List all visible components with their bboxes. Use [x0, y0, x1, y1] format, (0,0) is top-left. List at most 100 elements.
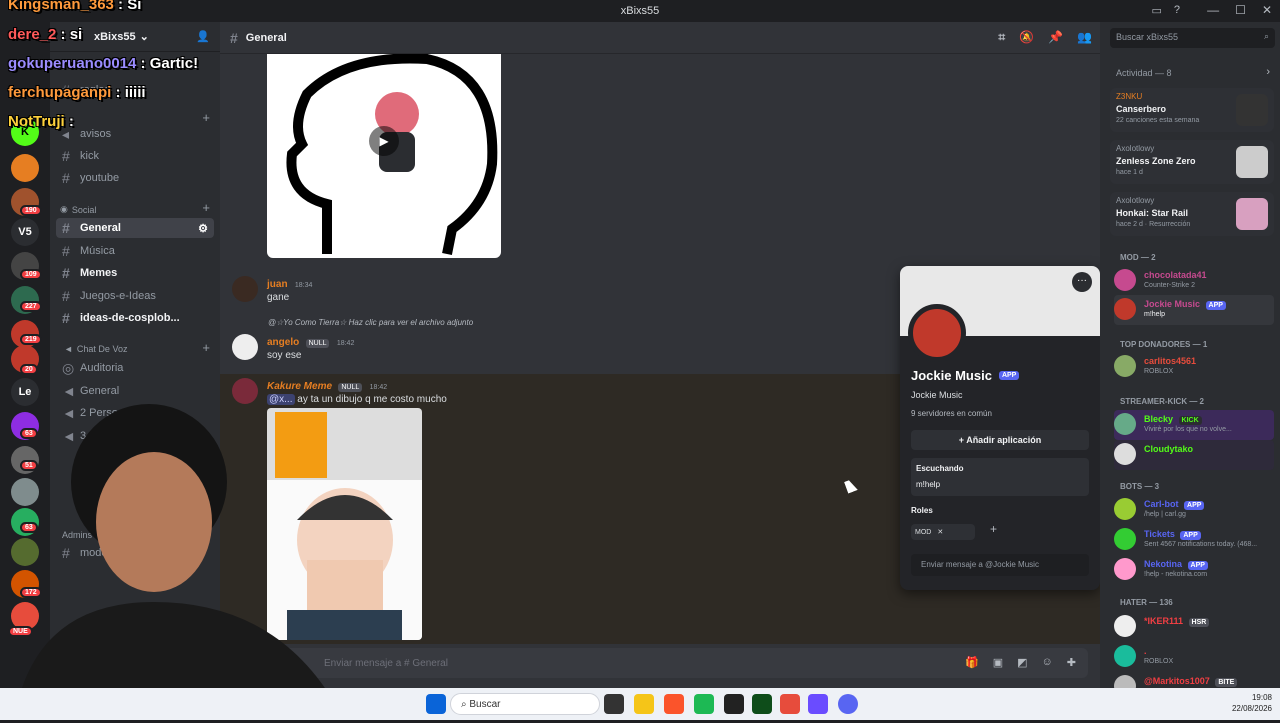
channel-item-avisos[interactable]: ◂ avisos: [56, 124, 214, 144]
add-app-button[interactable]: + Añadir aplicación: [911, 430, 1089, 450]
channel-label: Juegos-e-Ideas: [80, 290, 156, 302]
minimize-icon[interactable]: —: [1207, 3, 1219, 17]
message-timestamp: 18:42: [336, 340, 355, 347]
member-item[interactable]: *IKER111 HSR: [1114, 612, 1274, 642]
brave-icon[interactable]: [664, 694, 684, 714]
channel-label: youtube: [80, 172, 120, 184]
threads-icon[interactable]: ⌗: [998, 30, 1005, 45]
add-role-icon[interactable]: +: [990, 522, 997, 536]
mute-icon[interactable]: 🔕: [1019, 30, 1034, 45]
clock[interactable]: 19:08 22/08/2026: [1232, 692, 1272, 714]
activity-card[interactable]: Z3NKU Canserbero 22 canciones esta seman…: [1110, 88, 1274, 132]
activity-user: Axolotlowy: [1116, 196, 1155, 205]
inbox-icon[interactable]: ▭: [1151, 4, 1161, 17]
help-icon[interactable]: ?: [1174, 4, 1180, 17]
channel-item-kick[interactable]: # kick: [56, 146, 214, 166]
add-channel-icon[interactable]: +: [202, 340, 210, 355]
add-member-icon[interactable]: 👤: [196, 30, 210, 43]
channel-item-youtube[interactable]: # youtube: [56, 168, 214, 188]
avatar[interactable]: [232, 334, 258, 360]
server-icon[interactable]: [11, 154, 39, 182]
member-item[interactable]: . ROBLOX: [1114, 642, 1274, 672]
add-channel-icon[interactable]: +: [202, 110, 210, 125]
app-icon[interactable]: [694, 694, 714, 714]
more-options-icon[interactable]: ···: [1072, 272, 1092, 292]
message-user-placeholder: Enviar mensaje a @Jockie Music: [921, 560, 1039, 569]
speaker-icon: ◄: [62, 383, 76, 399]
member-item[interactable]: Carl-bot APP /help | carl.gg: [1114, 495, 1274, 525]
app-icon[interactable]: [780, 694, 800, 714]
emoji-icon[interactable]: ☺: [1042, 656, 1053, 669]
pin-icon[interactable]: 📌: [1048, 30, 1063, 45]
category-social[interactable]: ◉ Social: [60, 204, 96, 215]
member-item[interactable]: carlitos4561 ROBLOX: [1114, 352, 1274, 382]
member-list: Buscar xBixs55 ⌕ Actividad — 8 › Z3NKU C…: [1100, 22, 1280, 688]
channel-item-memes[interactable]: # Memes: [56, 263, 214, 283]
category-voice[interactable]: ◄ Chat De Voz: [64, 344, 127, 354]
message-author[interactable]: Kakure Meme: [267, 381, 332, 392]
member-status: Sent 4567 notifications today. (468...: [1144, 541, 1258, 548]
unread-badge: 20: [20, 364, 38, 375]
activity-card[interactable]: Axolotlowy Honkai: Star Rail hace 2 d · …: [1110, 192, 1274, 236]
channel-item-juegos[interactable]: # Juegos-e-Ideas: [56, 286, 214, 306]
server-icon-v5[interactable]: V5: [11, 218, 39, 246]
sticker-icon[interactable]: ◩: [1017, 656, 1027, 669]
activity-card[interactable]: Axolotlowy Zenless Zone Zero hace 1 d: [1110, 140, 1274, 184]
member-name: Cloudytako: [1144, 444, 1194, 454]
windows-start-icon[interactable]: [426, 694, 446, 714]
member-item[interactable]: @Markitos1007 BITE: [1114, 672, 1274, 688]
voice-channel-auditoria[interactable]: ◎ Auditoria: [56, 358, 214, 378]
channel-item-musica[interactable]: # Música: [56, 241, 214, 261]
file-explorer-icon[interactable]: [634, 694, 654, 714]
discord-icon[interactable]: [838, 694, 858, 714]
terminal-icon[interactable]: [752, 694, 772, 714]
maximize-icon[interactable]: ☐: [1235, 3, 1246, 17]
gift-icon[interactable]: 🎁: [965, 656, 979, 669]
mutual-servers[interactable]: 9 servidores en común: [911, 409, 992, 418]
member-status: /help | carl.gg: [1144, 511, 1186, 518]
webcam-overlay: [14, 402, 344, 720]
member-item[interactable]: Nekotina APP !help - nekotina.com: [1114, 555, 1274, 585]
channel-item-ideas[interactable]: # ideas-de-cosplob...: [56, 308, 214, 328]
obs-icon[interactable]: [724, 694, 744, 714]
image-attachment[interactable]: ▶: [267, 54, 501, 258]
message-input[interactable]: Enviar mensaje a # General 🎁 ▣ ◩ ☺ ✚: [232, 648, 1088, 678]
overlay-text: si: [69, 26, 83, 43]
apps-icon[interactable]: ✚: [1067, 656, 1076, 669]
member-status: !help - nekotina.com: [1144, 571, 1208, 578]
play-icon[interactable]: ▶: [369, 126, 399, 156]
chevron-down-icon: ⌄: [139, 31, 149, 43]
app-icon[interactable]: [808, 694, 828, 714]
search-input[interactable]: Buscar xBixs55 ⌕: [1110, 28, 1275, 48]
hash-icon: #: [230, 29, 238, 46]
close-icon[interactable]: ✕: [1262, 3, 1272, 17]
role-tag: HSR: [1188, 618, 1210, 627]
task-view-icon[interactable]: [604, 694, 624, 714]
app-tag: APP: [1180, 531, 1201, 540]
activity-user: Axolotlowy: [1116, 144, 1155, 153]
member-item[interactable]: Tickets APP Sent 4567 notifications toda…: [1114, 525, 1274, 555]
member-item[interactable]: Blecky KICK Vivirè por los que no volve.…: [1114, 410, 1274, 440]
add-channel-icon[interactable]: +: [202, 200, 210, 215]
avatar[interactable]: [232, 276, 258, 302]
globe-icon: ◉: [60, 204, 68, 214]
close-icon[interactable]: ✕: [937, 528, 943, 536]
member-item[interactable]: chocolatada41 Counter-Strike 2: [1114, 266, 1274, 296]
taskbar-search[interactable]: ⌕ Buscar: [450, 693, 600, 715]
settings-icon[interactable]: ⚙: [198, 222, 208, 235]
activity-title: Honkai: Star Rail: [1116, 208, 1189, 218]
message-author[interactable]: juan: [267, 279, 288, 290]
message-author[interactable]: angelo: [267, 337, 299, 348]
role-pill[interactable]: MOD ✕: [911, 524, 975, 540]
voice-channel-general[interactable]: ◄ General: [56, 381, 214, 401]
member-item[interactable]: Jockie Music APP m!help: [1114, 295, 1274, 325]
gif-icon[interactable]: ▣: [993, 656, 1003, 669]
member-item[interactable]: Cloudytako: [1114, 440, 1274, 470]
message-user-input[interactable]: Enviar mensaje a @Jockie Music: [911, 554, 1089, 576]
chevron-right-icon[interactable]: ›: [1266, 66, 1270, 78]
channel-label: kick: [80, 150, 99, 162]
reply-preview[interactable]: @☆Yo Como Tierra☆ Haz clic para ver el a…: [268, 318, 473, 327]
channel-item-general[interactable]: # General ⚙: [56, 218, 214, 238]
members-icon[interactable]: 👥: [1077, 30, 1092, 45]
avatar[interactable]: [232, 378, 258, 404]
